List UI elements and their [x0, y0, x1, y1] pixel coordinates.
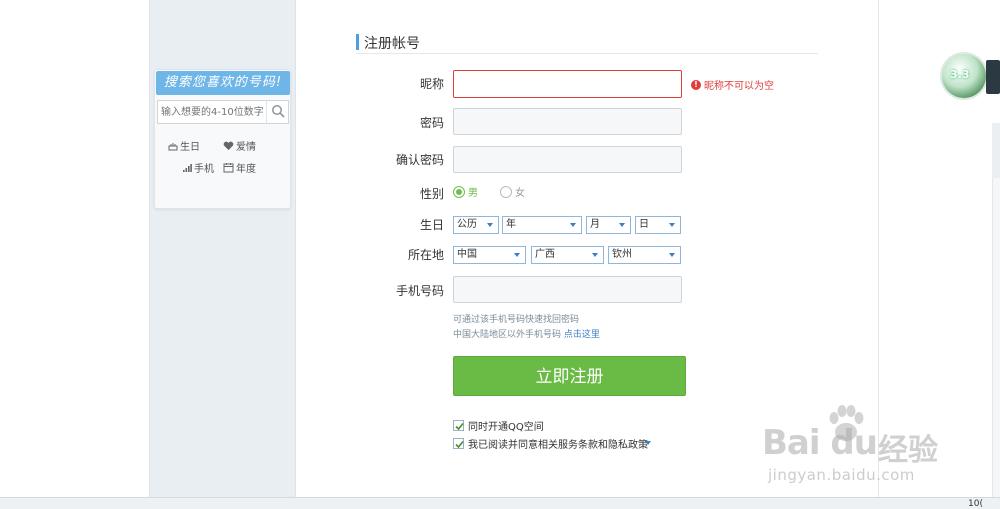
- qzone-checkbox-label: 同时开通QQ空间: [468, 422, 544, 433]
- birthday-month-value: 月: [590, 219, 600, 230]
- chevron-down-icon: [487, 223, 493, 227]
- search-box: [157, 100, 289, 124]
- birthday-calendar-select[interactable]: 公历: [453, 216, 499, 234]
- birthday-day-value: 日: [639, 219, 649, 230]
- floating-widget[interactable]: 3.3: [940, 52, 988, 100]
- password-label: 密码: [419, 116, 444, 130]
- gender-male-radio[interactable]: 男: [453, 184, 478, 199]
- terms-expand-icon[interactable]: [645, 441, 651, 445]
- nickname-error: ! 昵称不可以为空: [691, 77, 774, 92]
- checkbox-box: [453, 438, 464, 449]
- tag-year-label: 年度: [236, 164, 256, 175]
- form-header: 注册帐号: [356, 32, 818, 54]
- tag-birthday-label: 生日: [180, 142, 200, 153]
- search-banner: 搜索您喜欢的号码!: [156, 71, 290, 95]
- chevron-down-icon: [669, 253, 675, 257]
- checkbox-box: [453, 420, 464, 431]
- birthday-year-select[interactable]: 年: [502, 216, 582, 234]
- confirm-password-input[interactable]: [453, 146, 682, 173]
- nickname-input[interactable]: [453, 70, 682, 98]
- heart-icon: [223, 141, 234, 150]
- search-icon: [272, 105, 285, 118]
- number-search-input[interactable]: [158, 101, 266, 123]
- check-icon: [455, 440, 464, 449]
- chevron-down-icon: [619, 223, 625, 227]
- gender-male-label: 男: [468, 188, 478, 199]
- chevron-down-icon: [669, 223, 675, 227]
- location-city-select[interactable]: 钦州: [608, 246, 681, 264]
- watermark-cn: 经验: [878, 433, 938, 468]
- tag-love[interactable]: 爱情: [223, 138, 256, 153]
- tag-phone[interactable]: 手机: [182, 160, 214, 175]
- title-accent-bar: [356, 34, 359, 50]
- chevron-down-icon: [514, 253, 520, 257]
- birthday-label: 生日: [419, 218, 444, 232]
- register-button[interactable]: 立即注册: [453, 356, 686, 396]
- location-country-select[interactable]: 中国: [453, 246, 526, 264]
- page-title: 注册帐号: [364, 36, 420, 52]
- phone-hint-2-text: 中国大陆地区以外手机号码: [453, 330, 562, 340]
- tag-love-label: 爱情: [236, 142, 256, 153]
- watermark-logo: Bai du: [762, 423, 878, 463]
- nickname-label: 昵称: [419, 77, 444, 91]
- gender-label: 性别: [419, 187, 444, 201]
- qzone-checkbox[interactable]: 同时开通QQ空间: [453, 418, 544, 433]
- right-edge-strip: [992, 123, 1000, 497]
- zoom-level[interactable]: 10(: [968, 498, 983, 509]
- phone-label: 手机号码: [395, 284, 444, 298]
- birthday-day-select[interactable]: 日: [635, 216, 681, 234]
- signal-icon: [183, 163, 192, 172]
- phone-hint-2: 中国大陆地区以外手机号码 点击这里: [453, 327, 600, 340]
- tag-year[interactable]: 年度: [223, 160, 256, 175]
- location-label: 所在地: [407, 248, 444, 262]
- phone-hint-link[interactable]: 点击这里: [564, 330, 600, 340]
- error-icon: !: [691, 79, 701, 90]
- birthday-calendar-value: 公历: [457, 219, 477, 230]
- tag-birthday[interactable]: 生日: [168, 138, 200, 153]
- widget-text: 3.3: [950, 68, 970, 81]
- chevron-down-icon: [570, 223, 576, 227]
- password-input[interactable]: [453, 108, 682, 135]
- check-icon: [455, 422, 464, 431]
- location-city-value: 钦州: [612, 249, 632, 260]
- gender-female-radio[interactable]: 女: [500, 184, 525, 199]
- nickname-error-text: 昵称不可以为空: [704, 81, 774, 92]
- tag-phone-label: 手机: [194, 164, 214, 175]
- chevron-down-icon: [592, 253, 598, 257]
- calendar-icon: [223, 163, 234, 173]
- location-province-select[interactable]: 广西: [531, 246, 604, 264]
- gender-female-label: 女: [515, 188, 525, 199]
- phone-hint: 可通过该手机号码快速找回密码: [453, 315, 580, 325]
- radio-dot: [453, 185, 465, 198]
- location-province-value: 广西: [535, 249, 555, 260]
- status-bar: 10(: [0, 497, 1000, 509]
- confirm-password-label: 确认密码: [395, 153, 444, 167]
- radio-dot: [500, 185, 512, 198]
- terms-checkbox-label: 我已阅读并同意相关服务条款和隐私政策: [468, 440, 648, 451]
- right-edge-strip-top: [992, 123, 1000, 178]
- search-button[interactable]: [266, 101, 288, 123]
- birthday-year-value: 年: [506, 219, 516, 230]
- number-search-card: 搜索您喜欢的号码! 生日 爱情 手机 年度: [154, 69, 291, 209]
- cake-icon: [168, 142, 178, 150]
- birthday-month-select[interactable]: 月: [586, 216, 631, 234]
- left-blank-area: [0, 0, 149, 497]
- terms-checkbox[interactable]: 我已阅读并同意相关服务条款和隐私政策: [453, 436, 648, 451]
- widget-side-panel[interactable]: [986, 60, 1000, 94]
- location-country-value: 中国: [457, 249, 477, 260]
- watermark-url: jingyan.baidu.com: [768, 466, 915, 484]
- phone-input[interactable]: [453, 276, 682, 303]
